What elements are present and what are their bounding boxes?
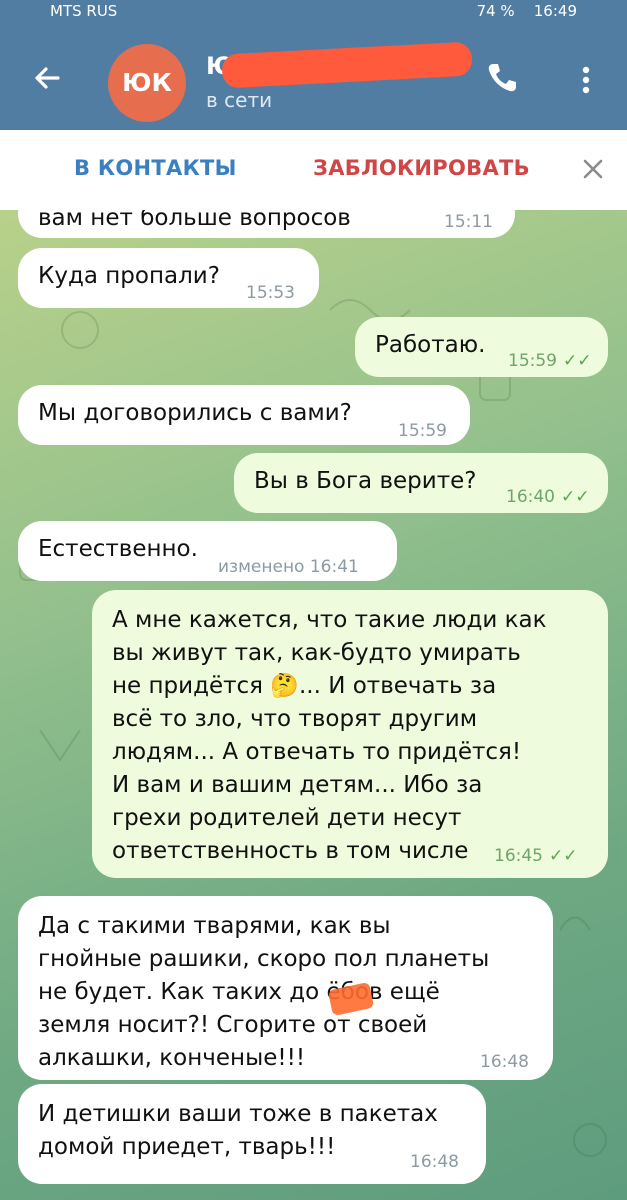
message-time: 16:45 ✓✓ (494, 840, 578, 873)
block-user-button[interactable]: ЗАБЛОКИРОВАТЬ (313, 156, 530, 180)
message-edited-time: изменено 16:41 (218, 557, 359, 577)
message-bubble-outgoing[interactable]: А мне кажется, что такие люди как вы жив… (92, 590, 608, 878)
message-bubble-incoming[interactable]: Да с такими тварями, как вы гнойные раши… (18, 896, 553, 1080)
message-bubble-outgoing[interactable]: Вы в Бога верите? 16:40 ✓✓ (234, 453, 608, 513)
more-menu-icon[interactable] (572, 60, 600, 100)
message-time: 15:53 (246, 283, 295, 303)
contact-action-bar: В КОНТАКТЫ ЗАБЛОКИРОВАТЬ (0, 130, 627, 210)
read-checkmarks-icon: ✓✓ (561, 487, 590, 507)
message-text: А мне кажется, что такие люди как вы жив… (112, 607, 547, 864)
message-bubble-incoming[interactable]: вам нет больше вопросов 15:11 (18, 210, 515, 238)
battery-label: 74 % (476, 2, 515, 20)
close-icon[interactable] (578, 154, 608, 184)
message-bubble-incoming[interactable]: Естественно. изменено 16:41 (18, 521, 397, 581)
redaction-scribble (221, 41, 473, 89)
message-text: И детишки ваши тоже в пакетах домой прие… (38, 1101, 438, 1160)
contact-status: в сети (206, 88, 273, 112)
message-text: Вы в Бога верите? (254, 468, 477, 494)
clock-label: 16:49 (533, 2, 577, 20)
message-text: вам нет больше вопросов (38, 210, 351, 231)
message-bubble-incoming[interactable]: И детишки ваши тоже в пакетах домой прие… (18, 1084, 486, 1184)
add-to-contacts-button[interactable]: В КОНТАКТЫ (74, 156, 237, 180)
message-time-label: 16:40 (506, 487, 555, 507)
chat-messages-area[interactable]: вам нет больше вопросов 15:11 Куда пропа… (0, 210, 627, 1200)
read-checkmarks-icon: ✓✓ (549, 846, 578, 866)
message-bubble-outgoing[interactable]: Работаю. 15:59 ✓✓ (355, 317, 608, 377)
phone-call-icon[interactable] (482, 58, 522, 98)
message-time: 16:48 (480, 1052, 529, 1072)
message-text: Работаю. (375, 332, 486, 358)
message-text: Куда пропали? (38, 263, 220, 289)
message-text: Естественно. (38, 536, 198, 562)
avatar[interactable]: ЮК (108, 44, 186, 122)
message-time: 15:59 (398, 421, 447, 441)
message-text: Да с такими тварями, как вы гнойные раши… (38, 913, 490, 1071)
status-bar: MTS RUS 74 % 16:49 (0, 0, 627, 24)
message-time: 15:11 (444, 212, 493, 232)
read-checkmarks-icon: ✓✓ (563, 351, 592, 371)
back-arrow-icon[interactable] (30, 60, 66, 96)
message-time: 15:59 ✓✓ (508, 345, 592, 378)
status-right: 74 % 16:49 (477, 0, 577, 22)
message-bubble-incoming[interactable]: Куда пропали? 15:53 (18, 248, 319, 308)
message-bubble-incoming[interactable]: Мы договорились с вами? 15:59 (18, 385, 470, 445)
chat-header: ЮК Ю в сети (0, 24, 627, 130)
message-text: Мы договорились с вами? (38, 400, 352, 426)
message-time: 16:40 ✓✓ (506, 481, 590, 514)
message-time: 16:48 (410, 1152, 459, 1172)
message-time-label: 15:59 (508, 351, 557, 371)
carrier-label: MTS RUS (50, 2, 118, 20)
message-time-label: 16:45 (494, 846, 543, 866)
